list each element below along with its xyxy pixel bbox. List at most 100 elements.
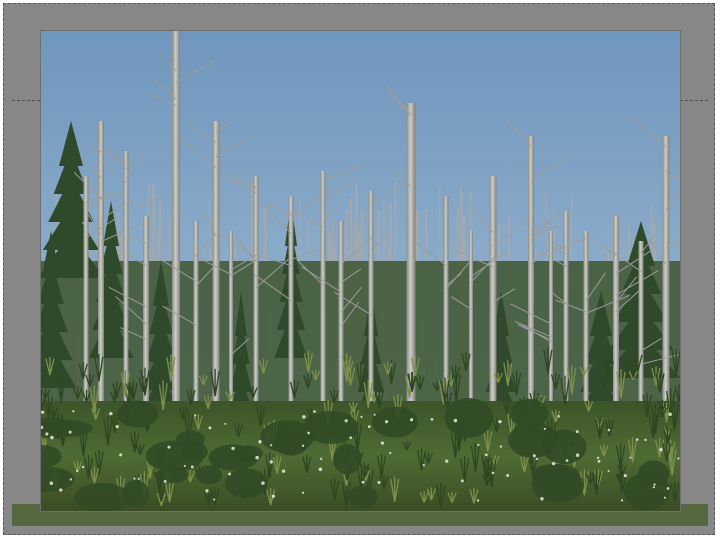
wildflower bbox=[69, 478, 73, 481]
wildflower bbox=[224, 422, 227, 425]
wildflower bbox=[269, 444, 273, 447]
young-spruce bbox=[117, 400, 159, 428]
wildflower bbox=[620, 499, 624, 502]
wildflower bbox=[119, 453, 123, 457]
wildflower bbox=[313, 410, 316, 413]
frame-divider-left bbox=[12, 100, 40, 101]
wildflower bbox=[133, 477, 136, 480]
young-spruce bbox=[532, 464, 574, 492]
young-spruce bbox=[224, 468, 267, 499]
wildflower bbox=[361, 480, 365, 484]
young-spruce bbox=[122, 480, 149, 508]
wildflower bbox=[453, 418, 458, 423]
slide bbox=[0, 0, 720, 540]
wildflower bbox=[623, 473, 627, 478]
young-spruce bbox=[145, 440, 204, 472]
wildflower bbox=[367, 425, 371, 429]
wildflower bbox=[255, 455, 259, 460]
wildflower bbox=[445, 459, 449, 463]
wildflower bbox=[607, 428, 611, 432]
wildflower bbox=[484, 453, 488, 457]
wildflower bbox=[81, 465, 85, 469]
wildflower bbox=[677, 457, 680, 460]
wildflower bbox=[644, 438, 647, 442]
wildflower bbox=[659, 448, 663, 452]
wildflower bbox=[231, 446, 235, 451]
wildflower bbox=[183, 464, 186, 468]
wildflower bbox=[258, 439, 262, 444]
wildflower bbox=[535, 457, 539, 461]
wildflower bbox=[307, 431, 310, 435]
wildflower bbox=[301, 491, 305, 494]
dead-forest-photo bbox=[41, 31, 680, 511]
wildflower bbox=[663, 496, 666, 499]
wildflower bbox=[377, 480, 381, 485]
wildflower bbox=[652, 486, 655, 489]
wildflower bbox=[72, 410, 75, 413]
wildflower bbox=[373, 413, 376, 416]
wildflower bbox=[261, 481, 265, 485]
dead-trunk bbox=[489, 176, 497, 431]
wildflower bbox=[49, 481, 54, 485]
wildflower bbox=[607, 469, 610, 473]
young-spruce bbox=[444, 398, 493, 438]
wildflower bbox=[115, 425, 119, 429]
young-spruce bbox=[638, 460, 670, 488]
young-spruce bbox=[371, 406, 418, 438]
wildflower bbox=[596, 456, 600, 460]
dead-trunk bbox=[320, 171, 326, 431]
wildflower bbox=[422, 463, 425, 467]
wildflower bbox=[575, 430, 579, 434]
dead-trunk bbox=[613, 216, 619, 431]
dead-forest-scene bbox=[41, 31, 680, 511]
wildflower bbox=[491, 471, 495, 475]
wildflower bbox=[208, 426, 212, 430]
wildflower bbox=[460, 479, 464, 483]
frame-divider-right bbox=[680, 100, 708, 101]
wildflower bbox=[271, 494, 276, 498]
wildflower bbox=[575, 453, 580, 457]
wildflower bbox=[50, 435, 54, 440]
wildflower bbox=[389, 451, 392, 455]
wildflower bbox=[167, 445, 171, 449]
wildflower bbox=[163, 479, 167, 483]
wildflower bbox=[543, 427, 546, 430]
wildflower bbox=[597, 459, 601, 463]
wildflower bbox=[668, 412, 672, 417]
wildflower bbox=[499, 445, 503, 448]
wildflower bbox=[318, 467, 323, 472]
young-spruce bbox=[333, 444, 362, 475]
young-spruce bbox=[508, 422, 558, 458]
wildflower bbox=[302, 415, 306, 419]
wildflower bbox=[45, 432, 49, 436]
wildflower bbox=[565, 459, 569, 462]
dead-trunk bbox=[98, 121, 104, 431]
dead-trunk bbox=[662, 136, 670, 431]
wildflower bbox=[193, 414, 197, 417]
wildflower bbox=[476, 499, 480, 502]
wildflower bbox=[344, 419, 348, 423]
young-spruce bbox=[509, 398, 549, 428]
wildflower bbox=[477, 443, 480, 447]
wildflower bbox=[319, 457, 323, 461]
wildflower bbox=[666, 487, 670, 490]
wildflower bbox=[384, 420, 389, 424]
wildflower bbox=[301, 444, 305, 447]
wildflower bbox=[551, 461, 556, 466]
wildflower bbox=[59, 488, 63, 492]
wildflower bbox=[360, 415, 363, 418]
wildflower bbox=[281, 469, 286, 473]
wildflower bbox=[506, 473, 510, 477]
wildflower bbox=[409, 418, 414, 422]
young-spruce bbox=[348, 485, 378, 509]
wildflower bbox=[109, 411, 113, 416]
wildflower bbox=[75, 469, 79, 472]
wildflower bbox=[213, 498, 216, 501]
wildflower bbox=[269, 460, 273, 464]
wildflower bbox=[635, 438, 639, 441]
wildflower bbox=[629, 456, 632, 459]
wildflower bbox=[190, 465, 194, 469]
wildflower bbox=[498, 419, 502, 424]
wildflower bbox=[137, 477, 140, 480]
wildflower bbox=[532, 454, 536, 458]
